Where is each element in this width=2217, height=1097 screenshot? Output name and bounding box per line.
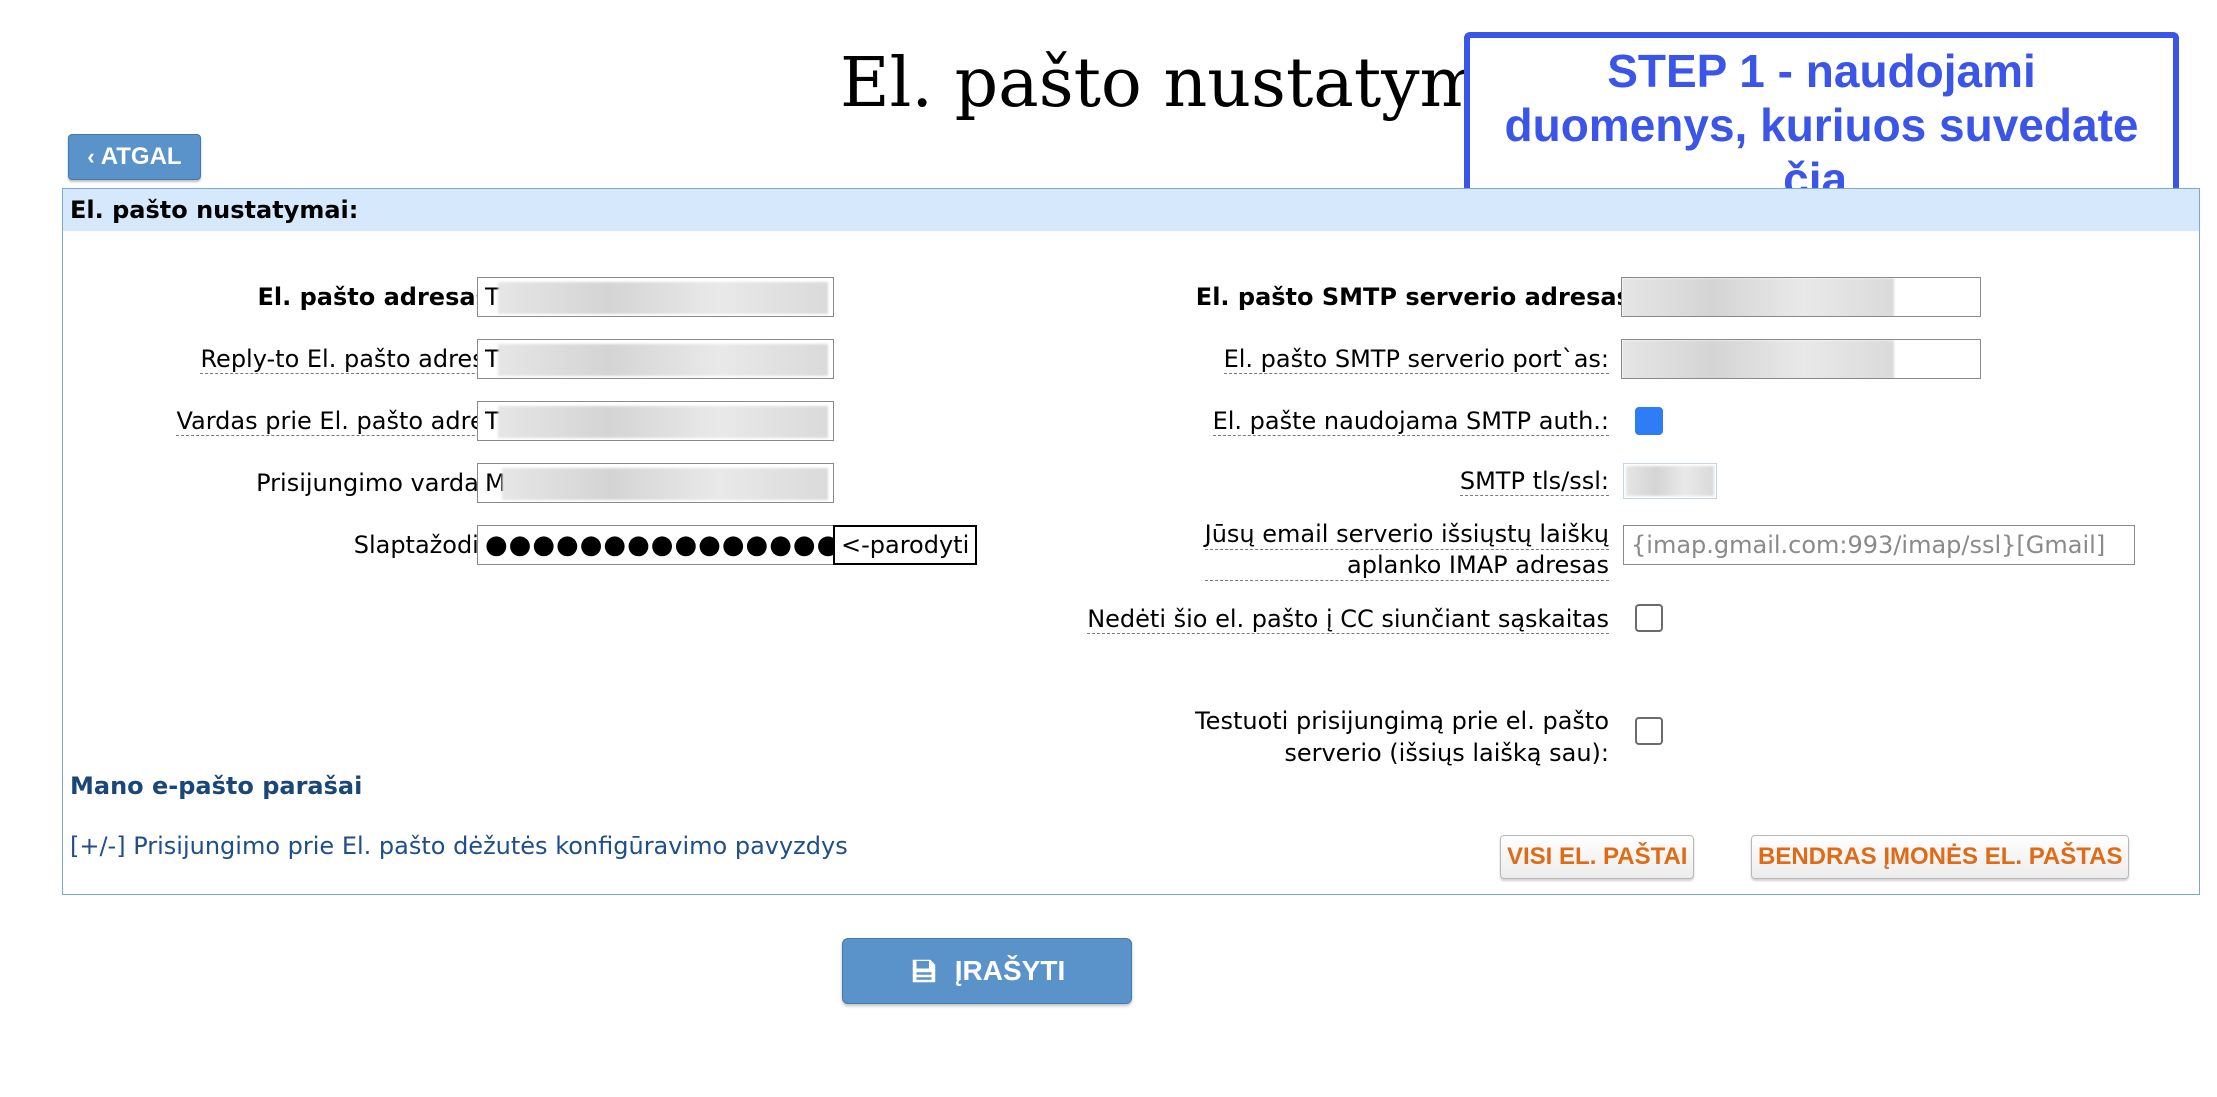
panel-header: El. pašto nustatymai: xyxy=(63,189,2199,231)
reply-to-input[interactable]: T xyxy=(477,339,834,379)
redacted-blur xyxy=(502,468,828,500)
test-label-line1: Testuoti prisijungimą prie el. pašto xyxy=(1195,707,1609,735)
cc-label: Nedėti šio el. pašto į CC siunčiant sąsk… xyxy=(1087,604,1609,634)
cc-label-text: Nedėti šio el. pašto į CC siunčiant sąsk… xyxy=(1087,605,1609,634)
save-button[interactable]: ĮRAŠYTI xyxy=(842,938,1132,1004)
test-connection-label: Testuoti prisijungimą prie el. pašto ser… xyxy=(1195,705,1609,769)
all-emails-button[interactable]: VISI EL. PAŠTAI xyxy=(1500,835,1695,879)
sender-name-label: Vardas prie El. pašto adreso: xyxy=(176,406,520,436)
smtp-port-label: El. pašto SMTP serverio port`as: xyxy=(1223,344,1609,374)
reply-to-label-text: Reply-to El. pašto adresas: xyxy=(200,345,520,374)
smtp-tls-label: SMTP tls/ssl: xyxy=(1459,466,1609,496)
email-settings-panel: El. pašto nustatymai: El. pašto adresas:… xyxy=(62,188,2200,895)
redacted-blur xyxy=(498,344,828,376)
smtp-port-input[interactable] xyxy=(1621,339,1981,379)
cc-checkbox[interactable] xyxy=(1635,604,1663,632)
test-label-line2: serverio (išsiųs laišką sau): xyxy=(1284,739,1609,767)
smtp-tls-select[interactable] xyxy=(1623,463,1717,499)
back-button-label: ATGAL xyxy=(100,143,182,170)
smtp-address-label: El. pašto SMTP serverio adresas:* xyxy=(1196,282,1661,312)
email-label-text: El. pašto adresas: xyxy=(257,283,500,311)
smtp-auth-checkbox[interactable] xyxy=(1635,407,1663,435)
company-email-button[interactable]: BENDRAS ĮMONĖS EL. PAŠTAS xyxy=(1751,835,2130,879)
password-input[interactable]: ●●●●●●●●●●●●●●●● xyxy=(477,525,834,565)
imap-label-line2: aplanko IMAP adresas xyxy=(1204,550,1609,581)
email-input[interactable]: T xyxy=(477,277,834,317)
show-password-button[interactable]: <-parodyti xyxy=(833,525,978,565)
smtp-address-label-text: El. pašto SMTP serverio adresas: xyxy=(1195,283,1641,311)
sender-name-label-text: Vardas prie El. pašto adreso: xyxy=(176,407,520,436)
chevron-left-icon: ‹ xyxy=(87,144,95,169)
config-example-link[interactable]: [+/-] Prisijungimo prie El. pašto dėžutė… xyxy=(70,832,848,860)
save-button-label: ĮRAŠYTI xyxy=(954,955,1066,986)
smtp-address-input[interactable] xyxy=(1621,277,1981,317)
redacted-blur xyxy=(498,282,828,314)
save-icon xyxy=(912,959,936,983)
back-button[interactable]: ‹ ATGAL xyxy=(68,134,201,180)
username-label-text: Prisijungimo vardas: xyxy=(256,469,500,497)
imap-input[interactable]: {imap.gmail.com:993/imap/ssl}[Gmail] xyxy=(1623,525,2135,565)
smtp-tls-label-text: SMTP tls/ssl: xyxy=(1459,467,1609,496)
reply-to-label: Reply-to El. pašto adresas: xyxy=(200,344,520,374)
imap-label-line1: Jūsų email serverio išsiųstų laiškų xyxy=(1204,520,1609,550)
smtp-port-label-text: El. pašto SMTP serverio port`as: xyxy=(1223,345,1609,374)
redacted-blur xyxy=(1622,278,1894,316)
page-title: El. pašto nustatymai xyxy=(840,44,1547,123)
sender-name-input[interactable]: T xyxy=(477,401,834,441)
imap-label: Jūsų email serverio išsiųstų laiškų apla… xyxy=(1204,519,1609,581)
redacted-blur xyxy=(1622,340,1894,378)
smtp-auth-label-text: El. pašte naudojama SMTP auth.: xyxy=(1212,407,1609,436)
test-connection-checkbox[interactable] xyxy=(1635,717,1663,745)
redacted-blur xyxy=(1626,466,1714,496)
username-input[interactable]: M xyxy=(477,463,834,503)
smtp-auth-label: El. pašte naudojama SMTP auth.: xyxy=(1212,406,1609,436)
redacted-blur xyxy=(498,406,828,438)
signatures-link[interactable]: Mano e-pašto parašai xyxy=(70,772,362,800)
